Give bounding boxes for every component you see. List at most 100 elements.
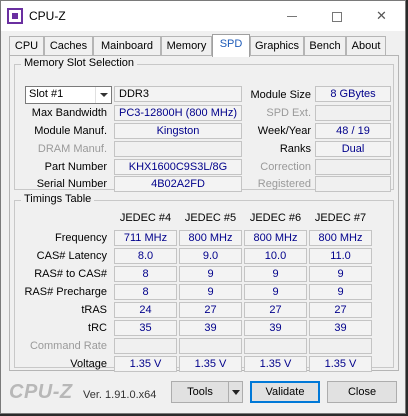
close-icon: ✕ <box>376 8 387 23</box>
validate-button[interactable]: Validate <box>250 381 320 403</box>
timing-cell: 711 MHz <box>114 230 177 246</box>
timing-row-label: Voltage <box>70 358 107 370</box>
timing-cell: 800 MHz <box>244 230 307 246</box>
memory-slot-group: Memory Slot Selection Slot #1 DDR3 Max B… <box>14 57 394 192</box>
part-number-label: Part Number <box>44 161 107 173</box>
timings-col-header: JEDEC #5 <box>184 212 237 224</box>
part-number-field: KHX1600C9S3L/8G <box>114 159 242 175</box>
maximize-icon <box>331 11 342 22</box>
module-manuf-field: Kingston <box>114 123 242 139</box>
timing-cell: 35 <box>114 320 177 336</box>
timing-cell <box>114 338 177 354</box>
timings-col-header: JEDEC #6 <box>249 212 302 224</box>
module-size-label: Module Size <box>250 89 311 101</box>
timing-cell: 24 <box>114 302 177 318</box>
timing-cell: 1.35 V <box>114 356 177 372</box>
timing-cell: 27 <box>244 302 307 318</box>
chevron-down-icon[interactable] <box>95 87 111 103</box>
slot-select-value: Slot #1 <box>29 88 64 100</box>
timing-cell <box>244 338 307 354</box>
timings-col-header: JEDEC #4 <box>119 212 172 224</box>
timing-cell: 9 <box>179 266 242 282</box>
footer-bar: CPU-Z Ver. 1.91.0.x64 Tools Validate Clo… <box>1 377 405 413</box>
timing-cell: 9 <box>244 266 307 282</box>
timing-row-label: CAS# Latency <box>36 250 107 262</box>
timing-row-label: Frequency <box>55 232 107 244</box>
dram-manuf-label: DRAM Manuf. <box>37 143 107 155</box>
title-bar[interactable]: CPU-Z ✕ <box>1 1 405 31</box>
timing-cell: 1.35 V <box>309 356 372 372</box>
serial-number-label: Serial Number <box>36 178 107 190</box>
tools-button[interactable]: Tools <box>171 381 229 403</box>
ranks-label: Ranks <box>279 143 311 155</box>
timing-cell: 8 <box>114 266 177 282</box>
correction-field <box>315 159 391 175</box>
week-year-label: Week/Year <box>257 125 311 137</box>
timing-row-label: RAS# to CAS# <box>34 268 107 280</box>
timing-cell: 1.35 V <box>244 356 307 372</box>
max-bandwidth-label: Max Bandwidth <box>31 107 107 119</box>
memory-type-field: DDR3 <box>114 86 242 102</box>
timing-cell: 39 <box>244 320 307 336</box>
timing-cell: 9 <box>309 266 372 282</box>
timing-cell: 800 MHz <box>179 230 242 246</box>
cpuz-logo: CPU-Z <box>9 381 73 403</box>
tab-about[interactable]: About <box>346 36 386 56</box>
timings-title: Timings Table <box>21 193 95 205</box>
timing-cell: 11.0 <box>309 248 372 264</box>
dram-manuf-field <box>114 141 242 157</box>
cpuz-window: CPU-Z ✕ CPU Caches Mainboard Memory SPD … <box>0 0 406 414</box>
module-size-field: 8 GBytes <box>315 86 391 102</box>
timing-cell: 27 <box>179 302 242 318</box>
close-button[interactable]: Close <box>327 381 397 403</box>
timing-cell <box>179 338 242 354</box>
timing-cell: 27 <box>309 302 372 318</box>
tab-caches[interactable]: Caches <box>44 36 93 56</box>
timing-cell: 1.35 V <box>179 356 242 372</box>
ranks-field: Dual <box>315 141 391 157</box>
tab-cpu[interactable]: CPU <box>9 36 44 56</box>
module-manuf-label: Module Manuf. <box>34 125 107 137</box>
timing-cell: 8.0 <box>114 248 177 264</box>
minimize-button[interactable] <box>269 1 314 31</box>
tab-mainboard[interactable]: Mainboard <box>93 36 161 56</box>
registered-label: Registered <box>257 178 311 190</box>
window-title: CPU-Z <box>29 9 66 23</box>
timing-cell: 9.0 <box>179 248 242 264</box>
correction-label: Correction <box>260 161 311 173</box>
spd-tab-panel: Memory Slot Selection Slot #1 DDR3 Max B… <box>9 55 399 372</box>
tab-memory[interactable]: Memory <box>161 36 212 56</box>
maximize-button[interactable] <box>314 1 359 31</box>
timing-row-label: tRC <box>88 322 107 334</box>
max-bandwidth-field: PC3-12800H (800 MHz) <box>114 105 242 121</box>
cpuz-app-icon <box>7 8 23 24</box>
timings-group: Timings Table JEDEC #4 JEDEC #5 JEDEC #6… <box>14 193 394 372</box>
timing-cell <box>309 338 372 354</box>
timing-row-label: tRAS <box>81 304 107 316</box>
timings-col-header: JEDEC #7 <box>314 212 367 224</box>
timing-cell: 9 <box>244 284 307 300</box>
timing-cell: 8 <box>114 284 177 300</box>
timing-cell: 800 MHz <box>309 230 372 246</box>
timing-row-label: RAS# Precharge <box>24 286 107 298</box>
close-window-button[interactable]: ✕ <box>359 1 404 31</box>
serial-number-field: 4B02A2FD <box>114 176 242 192</box>
timing-row-label: Command Rate <box>29 340 107 352</box>
tab-bench[interactable]: Bench <box>304 36 346 56</box>
spd-ext-field <box>315 105 391 121</box>
timing-cell: 9 <box>309 284 372 300</box>
tools-dropdown-button[interactable] <box>228 381 243 403</box>
spd-ext-label: SPD Ext. <box>266 107 311 119</box>
tab-spd[interactable]: SPD <box>212 34 250 57</box>
minimize-icon <box>286 16 297 18</box>
week-year-field: 48 / 19 <box>315 123 391 139</box>
timing-cell: 10.0 <box>244 248 307 264</box>
version-label: Ver. 1.91.0.x64 <box>83 389 157 401</box>
registered-field <box>315 176 391 192</box>
slot-select[interactable]: Slot #1 <box>25 86 112 104</box>
timing-cell: 39 <box>309 320 372 336</box>
memory-slot-title: Memory Slot Selection <box>21 57 138 69</box>
tab-graphics[interactable]: Graphics <box>250 36 304 56</box>
timing-cell: 9 <box>179 284 242 300</box>
timing-cell: 39 <box>179 320 242 336</box>
